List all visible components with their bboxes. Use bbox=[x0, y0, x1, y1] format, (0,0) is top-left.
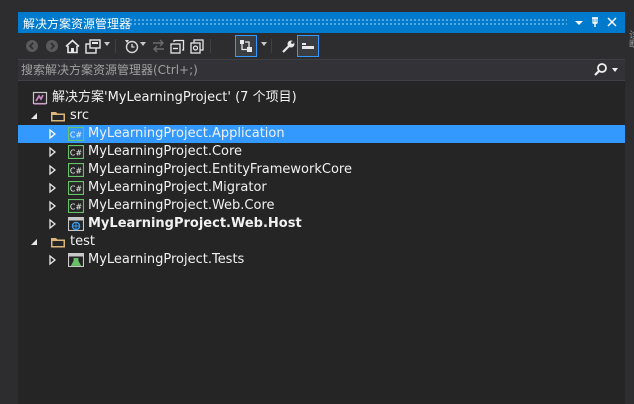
project-label: MyLearningProject.Application bbox=[88, 126, 285, 141]
pending-changes-filter-icon[interactable] bbox=[122, 37, 140, 55]
properties-icon[interactable] bbox=[279, 37, 297, 55]
folder-label: test bbox=[70, 234, 95, 249]
toolbar-separator bbox=[115, 39, 116, 53]
tree-row-project[interactable]: C# MyLearningProject.Web.Core bbox=[18, 197, 625, 215]
tree-row-project[interactable]: MyLearningProject.Tests bbox=[18, 251, 625, 269]
project-label: MyLearningProject.Migrator bbox=[88, 180, 267, 195]
svg-text:C#: C# bbox=[70, 203, 83, 212]
folder-icon bbox=[50, 109, 66, 123]
folder-icon bbox=[50, 235, 66, 249]
collapse-all-icon[interactable] bbox=[168, 37, 186, 55]
solution-icon bbox=[32, 91, 48, 105]
title-bar[interactable]: 解决方案资源管理器 bbox=[18, 12, 625, 33]
tree-row-folder-test[interactable]: test bbox=[18, 233, 625, 251]
collapsed-arrow-icon[interactable] bbox=[47, 197, 59, 215]
collapsed-arrow-icon[interactable] bbox=[47, 251, 59, 269]
panel-title: 解决方案资源管理器 bbox=[23, 17, 132, 31]
csharp-project-icon: C# bbox=[67, 198, 85, 214]
search-input[interactable] bbox=[21, 62, 581, 78]
pin-icon[interactable] bbox=[587, 14, 603, 31]
csharp-project-icon: C# bbox=[67, 126, 85, 142]
toolbar bbox=[18, 33, 625, 59]
project-label: MyLearningProject.EntityFrameworkCore bbox=[88, 162, 352, 177]
csharp-project-icon: C# bbox=[67, 162, 85, 178]
toolbar-separator bbox=[271, 39, 272, 53]
solution-label: 解决方案'MyLearningProject' (7 个项目) bbox=[52, 90, 297, 105]
back-icon[interactable] bbox=[23, 37, 41, 55]
csharp-project-icon: C# bbox=[67, 144, 85, 160]
project-label: MyLearningProject.Web.Core bbox=[88, 198, 275, 213]
window-position-dropdown-icon[interactable] bbox=[571, 14, 587, 31]
sync-icon[interactable] bbox=[149, 37, 167, 55]
tree-row-folder-src[interactable]: src bbox=[18, 107, 625, 125]
show-all-files-icon[interactable] bbox=[188, 37, 206, 55]
folder-label: src bbox=[70, 108, 89, 123]
tree-row-solution[interactable]: 解决方案'MyLearningProject' (7 个项目) bbox=[18, 89, 625, 107]
project-label: MyLearningProject.Core bbox=[88, 144, 243, 159]
drag-grip[interactable] bbox=[129, 18, 567, 27]
tree-row-project[interactable]: C# MyLearningProject.Migrator bbox=[18, 179, 625, 197]
collapsed-arrow-icon[interactable] bbox=[47, 125, 59, 143]
side-tab-label: 诊断 bbox=[627, 30, 634, 48]
collapsed-arrow-icon[interactable] bbox=[47, 161, 59, 179]
svg-text:C#: C# bbox=[70, 131, 83, 140]
side-tab-strip[interactable]: 诊断 bbox=[625, 12, 634, 404]
collapsed-arrow-icon[interactable] bbox=[47, 215, 59, 233]
collapsed-arrow-icon[interactable] bbox=[47, 143, 59, 161]
expanded-arrow-icon[interactable] bbox=[29, 233, 41, 251]
tree-row-project[interactable]: C# MyLearningProject.EntityFrameworkCore bbox=[18, 161, 625, 179]
csharp-project-icon: C# bbox=[67, 180, 85, 196]
preview-selected-icon[interactable] bbox=[235, 35, 257, 57]
close-icon[interactable] bbox=[604, 14, 620, 31]
preview-dropdown-icon[interactable] bbox=[261, 42, 267, 46]
tree-row-project-startup[interactable]: MyLearningProject.Web.Host bbox=[18, 215, 625, 233]
web-project-icon bbox=[67, 216, 85, 232]
test-project-icon bbox=[67, 252, 85, 268]
collapsed-arrow-icon[interactable] bbox=[47, 179, 59, 197]
solution-explorer-panel: 解决方案资源管理器 搜索解决方案资源管理器(Ctrl+;) 解决方案'MyLea… bbox=[18, 12, 625, 404]
dock-icon[interactable] bbox=[297, 35, 319, 57]
solutions-views-icon[interactable] bbox=[84, 37, 102, 55]
search-bar bbox=[18, 59, 625, 81]
toolbar-separator bbox=[210, 39, 211, 53]
tree-row-project[interactable]: C# MyLearningProject.Application bbox=[18, 125, 625, 143]
expanded-arrow-icon[interactable] bbox=[29, 107, 41, 125]
solutions-views-dropdown-icon[interactable] bbox=[104, 42, 110, 46]
svg-text:C#: C# bbox=[70, 185, 83, 194]
project-label: MyLearningProject.Tests bbox=[88, 252, 245, 267]
svg-text:C#: C# bbox=[70, 149, 83, 158]
svg-text:C#: C# bbox=[70, 167, 83, 176]
project-label: MyLearningProject.Web.Host bbox=[88, 216, 302, 231]
search-options-button[interactable] bbox=[593, 62, 621, 78]
forward-icon[interactable] bbox=[43, 37, 61, 55]
home-icon[interactable] bbox=[63, 37, 81, 55]
filter-dropdown-icon[interactable] bbox=[140, 42, 146, 46]
tree-row-project[interactable]: C# MyLearningProject.Core bbox=[18, 143, 625, 161]
